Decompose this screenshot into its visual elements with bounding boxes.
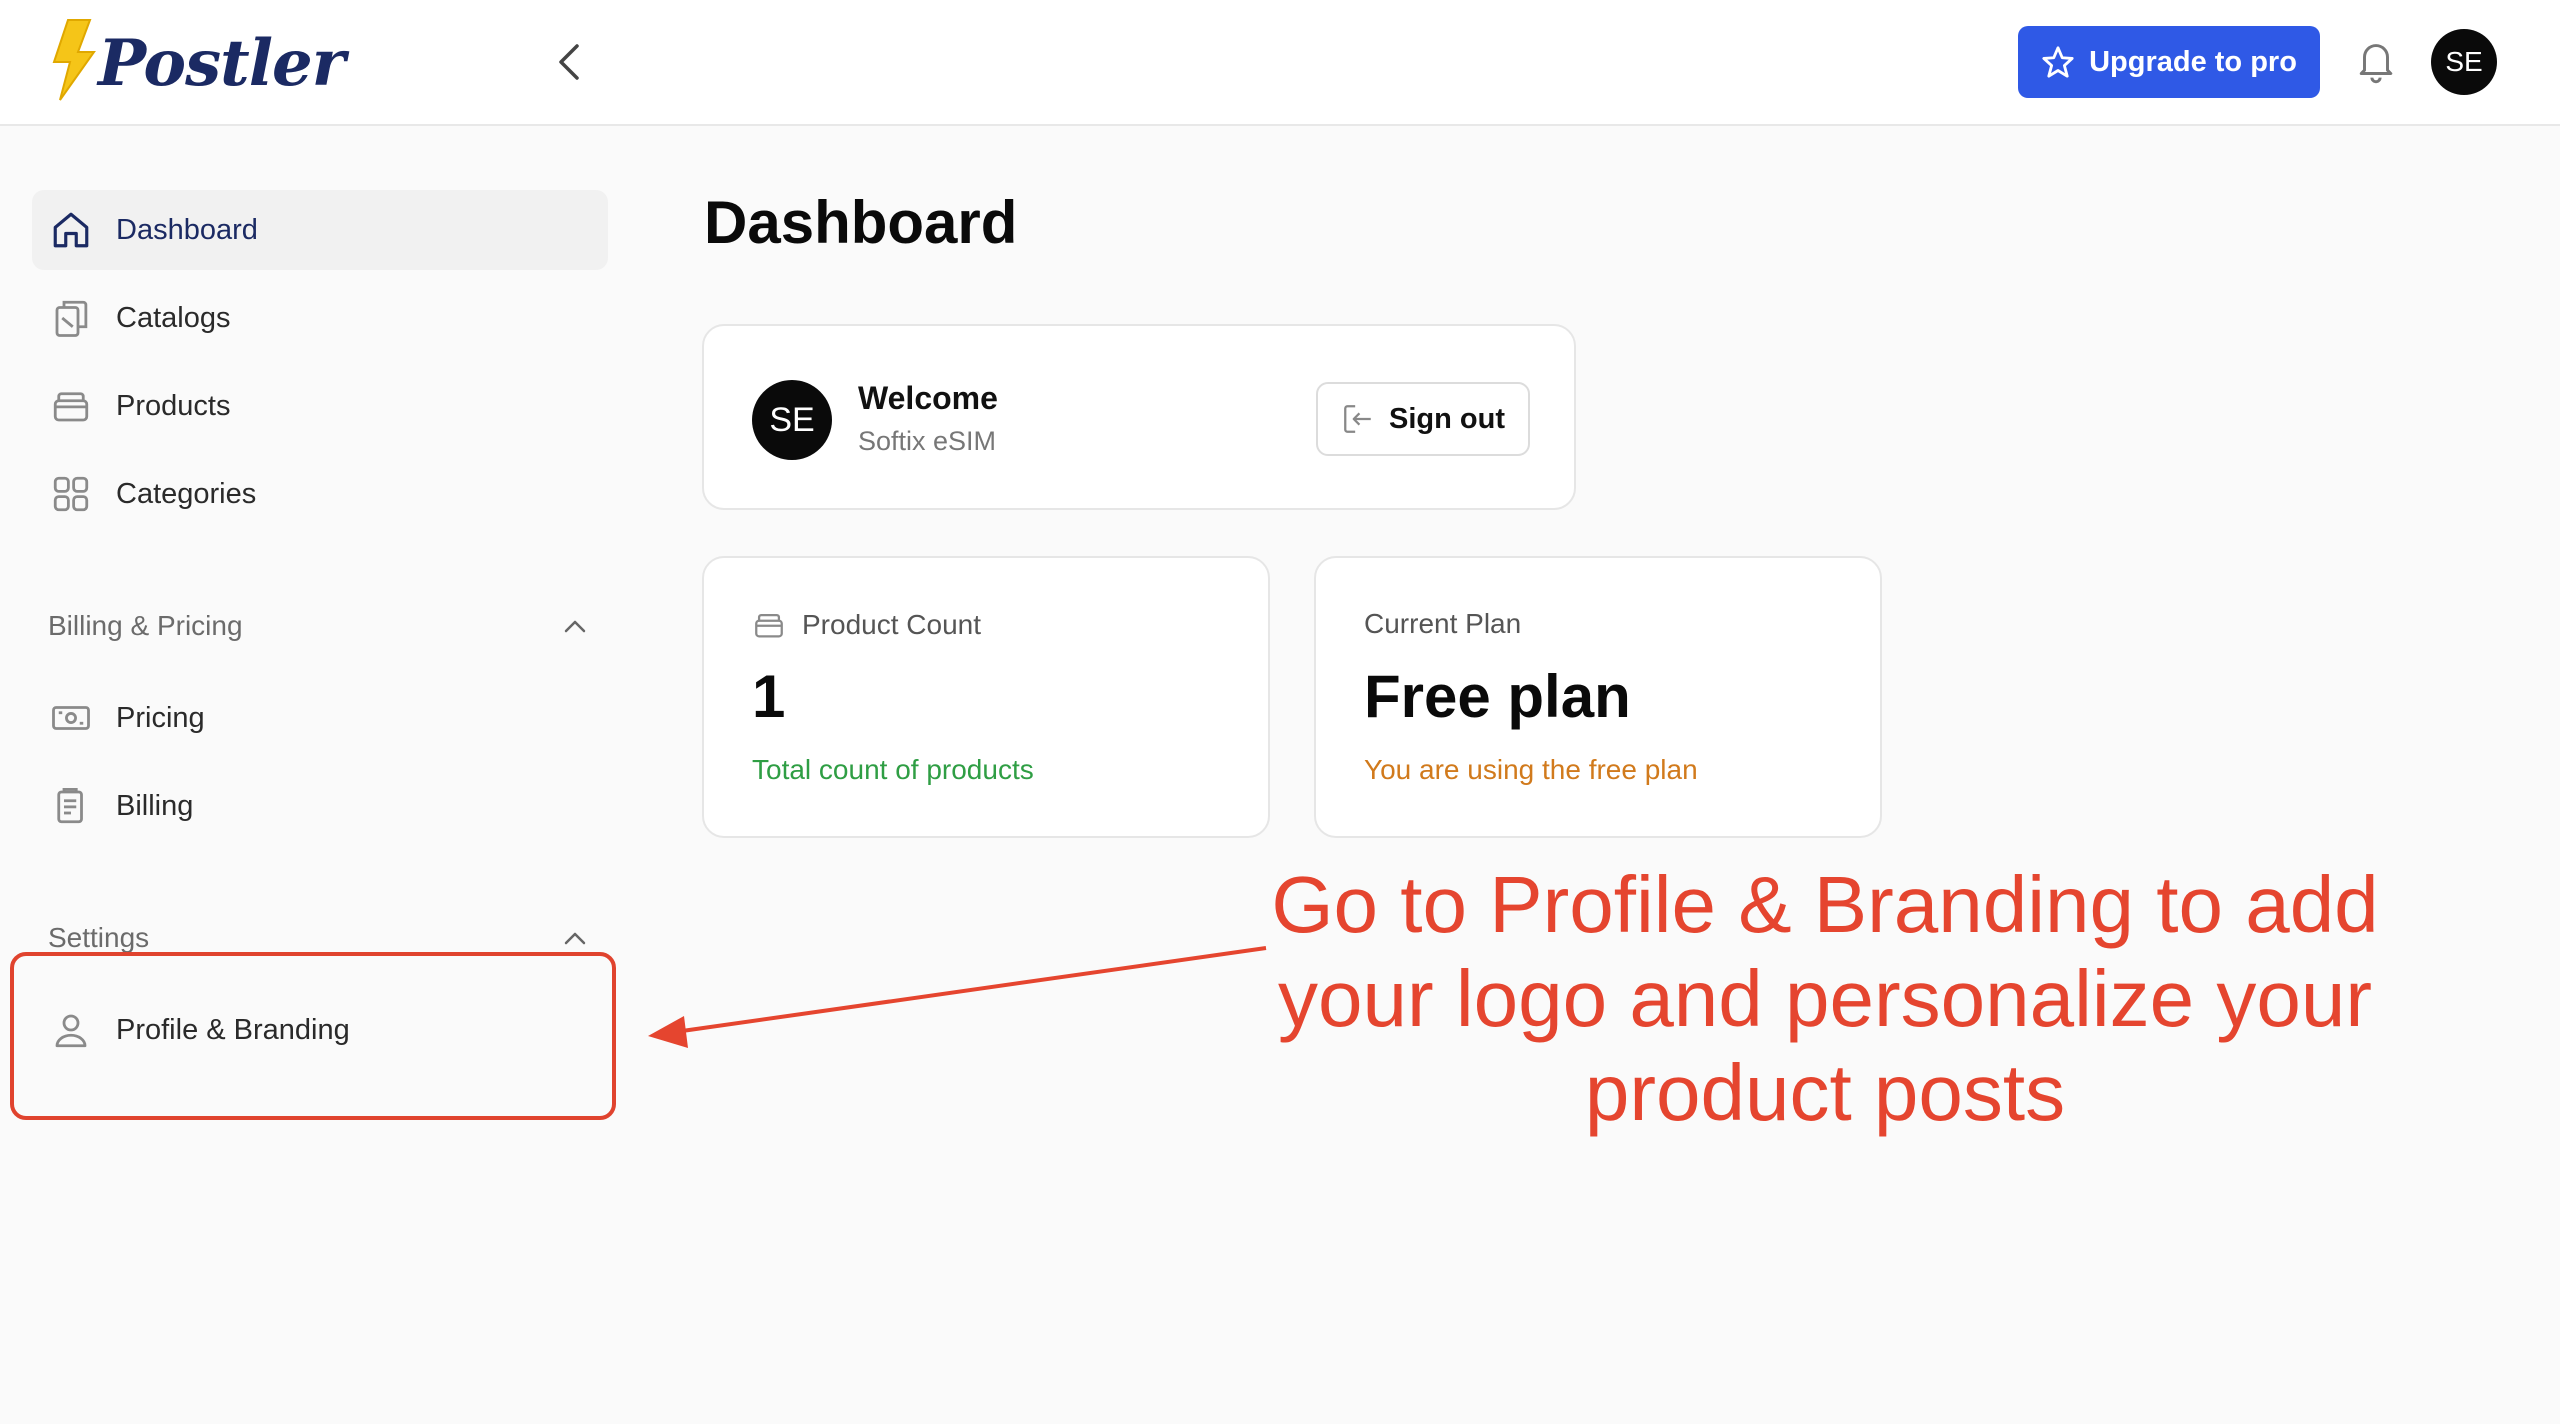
- lightning-icon: [52, 19, 96, 101]
- annotation-text: Go to Profile & Branding to add your log…: [1271, 860, 2379, 1137]
- chevron-up-icon: [564, 932, 586, 945]
- box-icon: [755, 613, 783, 638]
- star-icon: [2042, 46, 2074, 78]
- current-plan-card: Current Plan Free plan You are using the…: [1314, 556, 1882, 838]
- product-count-value: 1: [752, 663, 786, 730]
- notifications-button[interactable]: [2352, 36, 2400, 88]
- sidebar-item-dashboard[interactable]: Dashboard: [32, 190, 608, 270]
- sign-out-button[interactable]: Sign out: [1316, 382, 1530, 456]
- sidebar-item-products[interactable]: Products: [32, 366, 608, 446]
- sidebar-item-categories[interactable]: Categories: [32, 454, 608, 534]
- billing-section-header[interactable]: Billing & Pricing: [48, 610, 588, 642]
- stat-header: Product Count: [752, 608, 981, 642]
- chevron-up-icon: [564, 620, 586, 633]
- sidebar-item-label: Billing: [116, 789, 194, 822]
- current-plan-note: You are using the free plan: [1364, 754, 1698, 785]
- sidebar-item-label: Products: [116, 389, 231, 422]
- sidebar-item-billing[interactable]: Billing: [32, 766, 608, 846]
- product-count-note: Total count of products: [752, 754, 1034, 785]
- sidebar-item-label: Categories: [116, 477, 257, 510]
- stat-label: Current Plan: [1364, 608, 1522, 639]
- home-icon: [50, 209, 92, 251]
- box-icon: [50, 385, 92, 427]
- receipt-icon: [50, 785, 92, 827]
- stat-label: Product Count: [802, 609, 981, 640]
- welcome-card: SE Welcome Softix eSIM Sign out: [702, 324, 1576, 510]
- section-title: Billing & Pricing: [48, 610, 243, 641]
- sidebar-item-pricing[interactable]: Pricing: [32, 678, 608, 758]
- grid-icon: [50, 473, 92, 515]
- upgrade-button[interactable]: Upgrade to pro: [2018, 26, 2320, 98]
- section-title: Settings: [48, 922, 150, 953]
- stat-header: Current Plan: [1364, 608, 1521, 640]
- avatar: SE: [752, 380, 832, 460]
- logo-text: Postler: [98, 26, 345, 101]
- account-name: Softix eSIM: [858, 426, 997, 456]
- bell-icon: [2359, 44, 2393, 84]
- product-count-card: Product Count 1 Total count of products: [702, 556, 1270, 838]
- sidebar-item-catalogs[interactable]: Catalogs: [32, 278, 608, 358]
- postler-logo[interactable]: Postler: [50, 18, 345, 108]
- sidebar-item-label: Dashboard: [116, 213, 258, 246]
- sign-out-icon: [1344, 405, 1371, 433]
- banknote-icon: [50, 697, 92, 739]
- chevron-left-icon: [559, 44, 579, 80]
- sign-out-label: Sign out: [1389, 402, 1505, 435]
- welcome-title: Welcome: [858, 380, 998, 416]
- annotation-highlight-box: [10, 952, 616, 1120]
- top-bar: Postler Upgrade to pro SE: [0, 0, 2560, 126]
- sidebar-item-label: Pricing: [116, 701, 205, 734]
- page-title: Dashboard: [704, 189, 1018, 256]
- sidebar-item-label: Catalogs: [116, 301, 231, 334]
- settings-section-header[interactable]: Settings: [48, 922, 588, 954]
- current-plan-value: Free plan: [1364, 663, 1631, 730]
- upgrade-label: Upgrade to pro: [2089, 45, 2297, 78]
- user-avatar[interactable]: SE: [2431, 29, 2497, 95]
- catalog-icon: [50, 297, 92, 339]
- collapse-sidebar-button[interactable]: [545, 38, 593, 86]
